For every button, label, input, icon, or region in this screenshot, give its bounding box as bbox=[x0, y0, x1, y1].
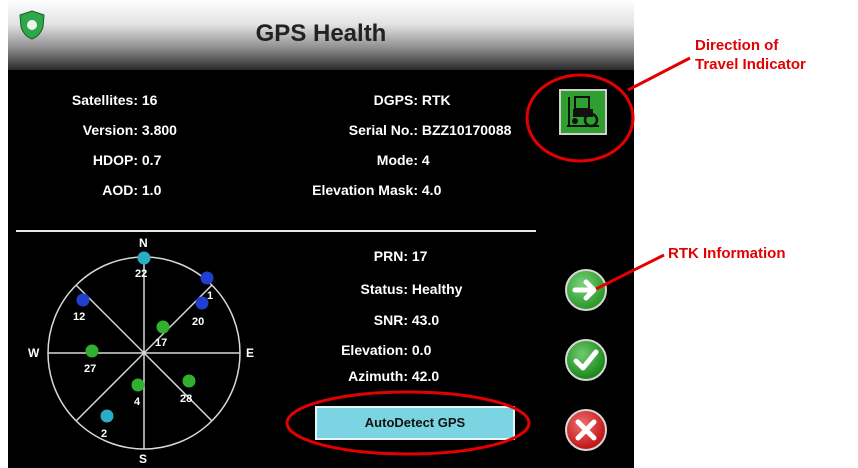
rtk-callout-line bbox=[595, 253, 665, 291]
direction-annotation-line1: Direction of bbox=[695, 37, 779, 54]
direction-callout-line bbox=[627, 56, 691, 92]
direction-annotation: Direction of Travel Indicator bbox=[695, 36, 806, 74]
direction-annotation-line2: Travel Indicator bbox=[695, 56, 806, 73]
autodetect-callout-ellipse bbox=[285, 390, 531, 456]
rtk-annotation: RTK Information bbox=[668, 245, 786, 262]
direction-callout-circle bbox=[525, 73, 635, 163]
